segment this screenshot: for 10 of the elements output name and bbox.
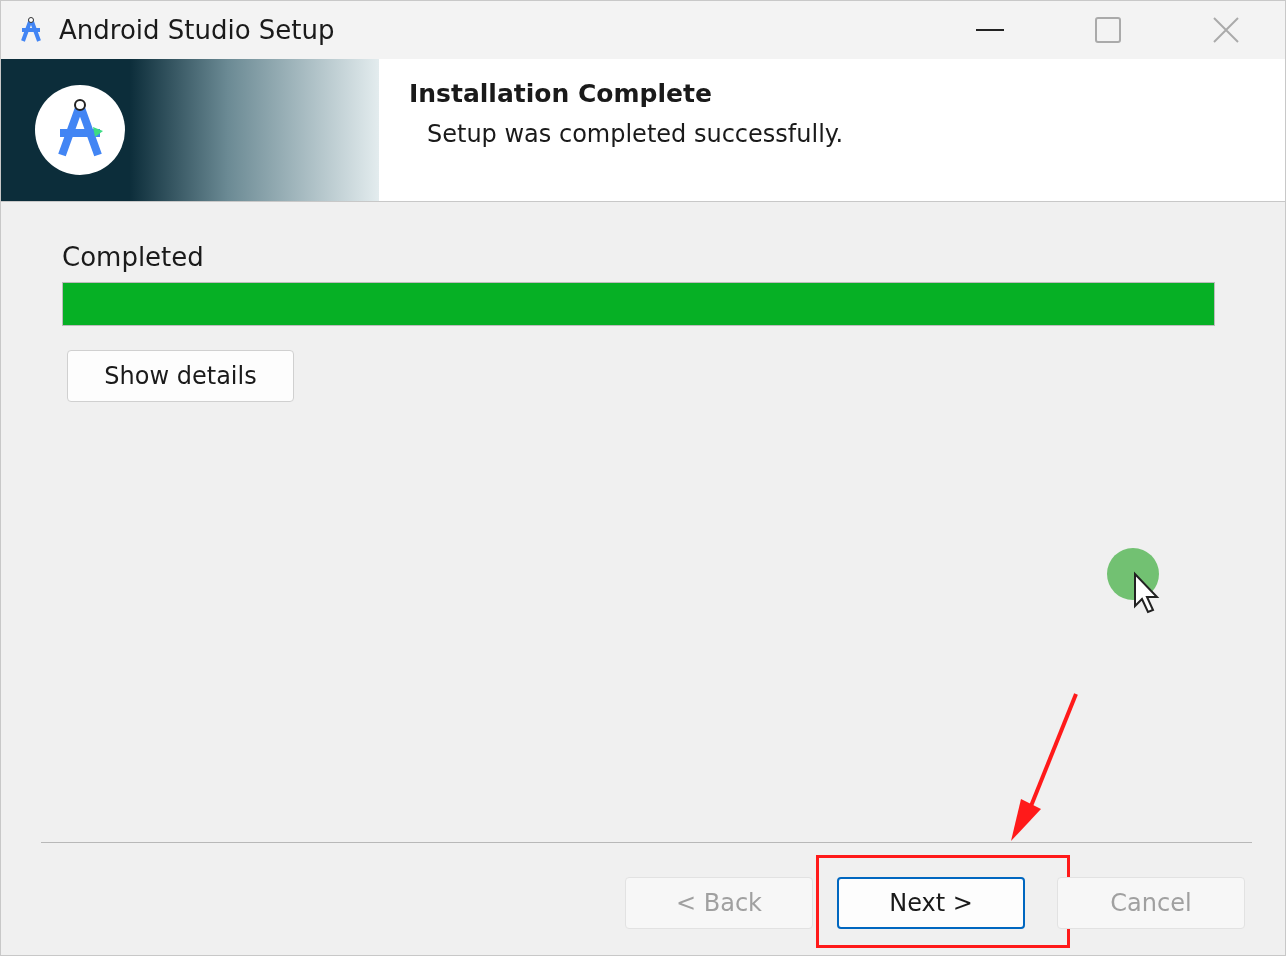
maximize-icon[interactable] bbox=[1095, 17, 1121, 43]
compass-logo-icon bbox=[33, 83, 127, 177]
close-icon[interactable] bbox=[1212, 16, 1240, 44]
page-subtitle: Setup was completed successfully. bbox=[427, 120, 844, 148]
window-title: Android Studio Setup bbox=[59, 15, 336, 45]
page-title: Installation Complete bbox=[409, 79, 713, 108]
show-details-button[interactable]: Show details bbox=[67, 350, 294, 402]
progress-label: Completed bbox=[62, 242, 205, 272]
minimize-icon[interactable] bbox=[976, 28, 1004, 32]
wizard-button[interactable]: Next > bbox=[837, 877, 1025, 929]
